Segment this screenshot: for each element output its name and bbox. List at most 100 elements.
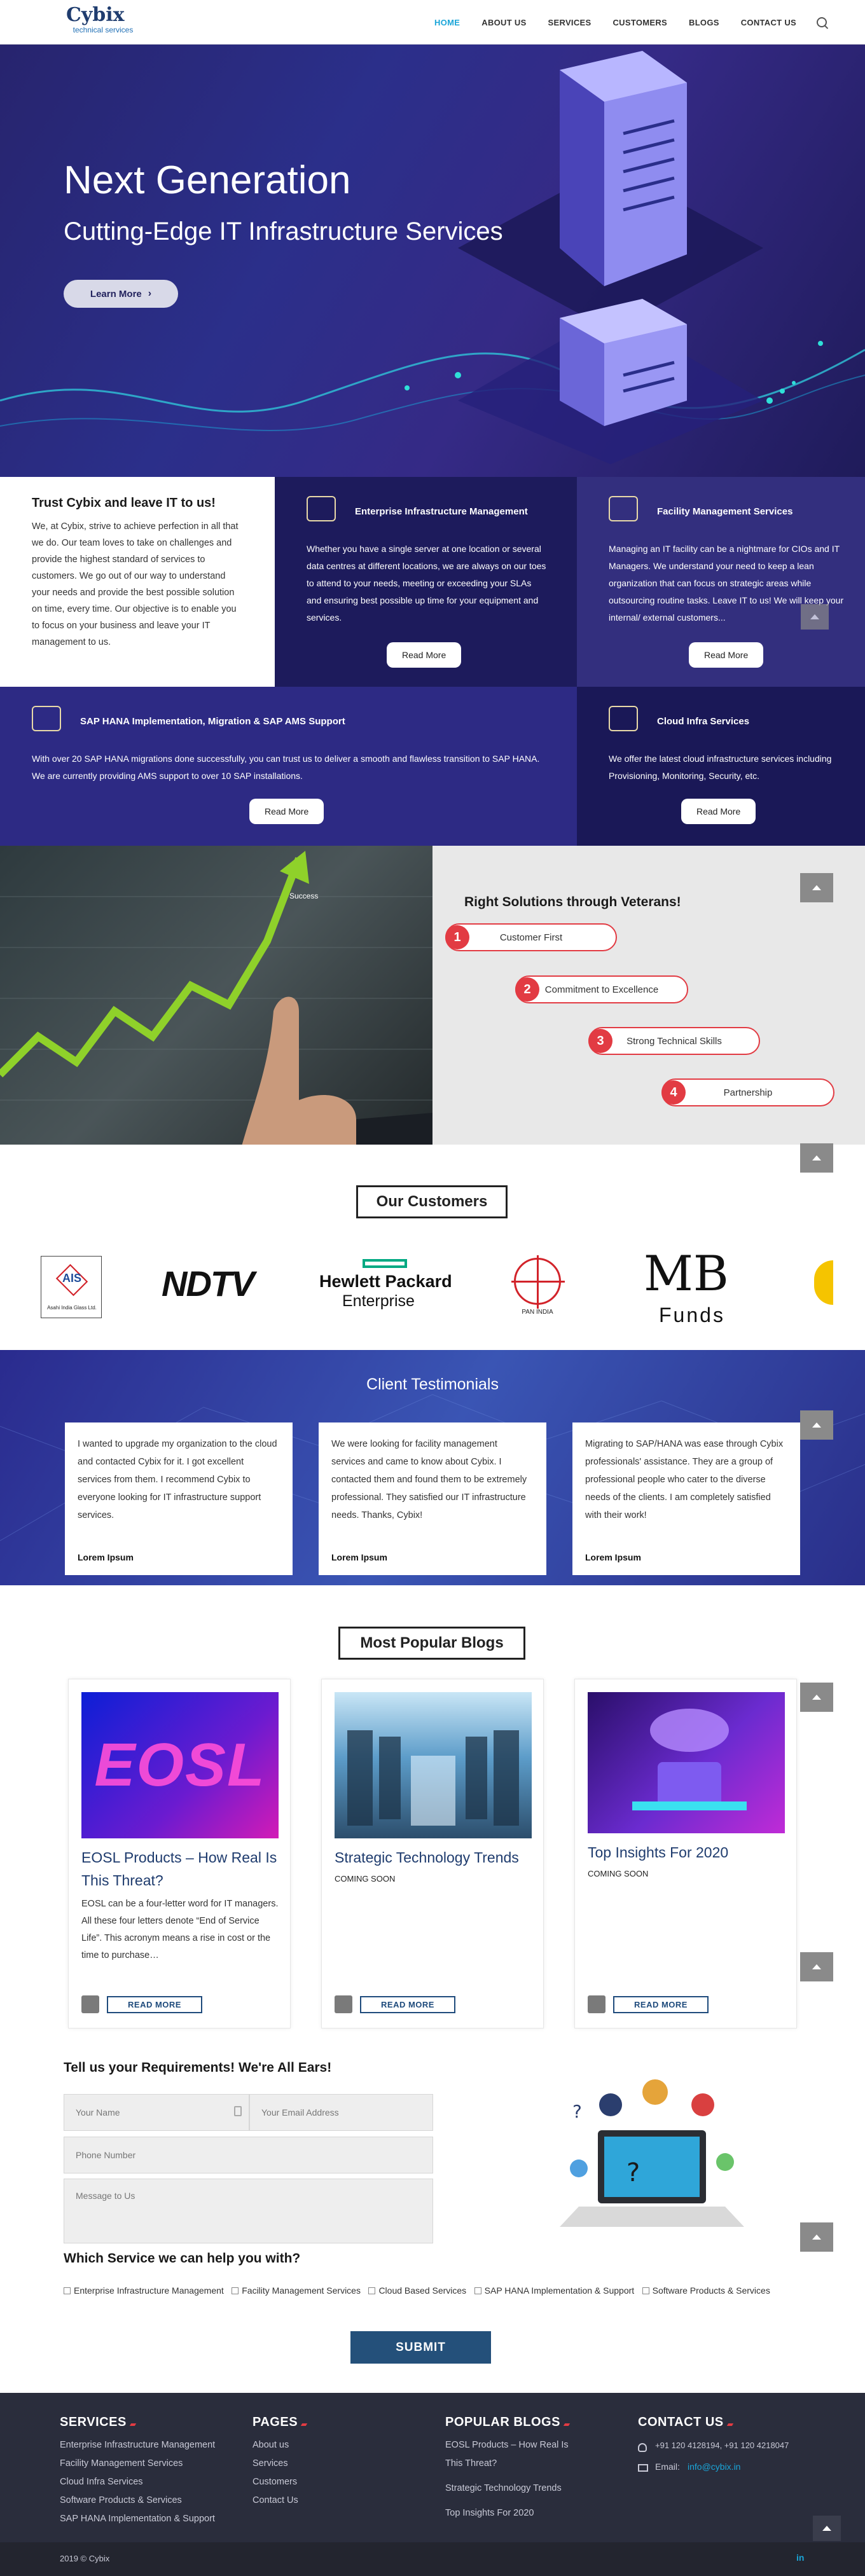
- testimonial-author: Lorem Ipsum: [585, 1552, 641, 1562]
- customer-logo-panindia: PAN INDIA: [509, 1255, 566, 1319]
- service-option[interactable]: Cloud Based Services: [368, 2285, 466, 2296]
- nav-home[interactable]: HOME: [434, 18, 460, 27]
- footer-link[interactable]: Cloud Infra Services: [60, 2473, 215, 2491]
- email-input[interactable]: Your Email Address: [249, 2094, 433, 2131]
- datacenter-graphic: [347, 1730, 519, 1826]
- footer-link[interactable]: Contact Us: [253, 2491, 298, 2510]
- point-number: 4: [661, 1080, 686, 1105]
- footer-link[interactable]: EOSL Products – How Real Is This Threat?: [445, 2436, 585, 2473]
- customer-logo-ais: AIS Asahi India Glass Ltd.: [41, 1256, 102, 1318]
- blog-image[interactable]: EOSL: [81, 1692, 279, 1838]
- read-more-button[interactable]: Read More: [387, 642, 462, 668]
- service-option[interactable]: SAP HANA Implementation & Support: [474, 2285, 634, 2296]
- scroll-top-button[interactable]: [800, 1683, 833, 1712]
- footer-services-list: Enterprise Infrastructure Management Fac…: [60, 2436, 215, 2528]
- footer-link[interactable]: Top Insights For 2020: [445, 2504, 585, 2523]
- read-more-button[interactable]: Read More: [689, 642, 764, 668]
- checkbox[interactable]: [642, 2287, 649, 2294]
- footer-link[interactable]: Enterprise Infrastructure Management: [60, 2436, 215, 2455]
- scroll-top-button[interactable]: [800, 2222, 833, 2252]
- phone-input[interactable]: Phone Number: [64, 2137, 433, 2173]
- scroll-top-button[interactable]: [800, 1952, 833, 1981]
- scroll-top-button[interactable]: [801, 604, 829, 630]
- linkedin-icon[interactable]: in: [796, 2552, 804, 2563]
- logo-subtext: Funds: [659, 1304, 725, 1326]
- message-textarea[interactable]: Message to Us: [64, 2179, 433, 2243]
- read-more-button[interactable]: READ MORE: [613, 1996, 709, 2013]
- blog-image[interactable]: [335, 1692, 532, 1838]
- blog-card: Strategic Technology Trends COMING SOON …: [321, 1679, 544, 2028]
- point-number: 2: [515, 977, 539, 1002]
- read-more-button[interactable]: Read More: [681, 799, 756, 824]
- name-input[interactable]: Your Name: [64, 2094, 249, 2131]
- nav-contact[interactable]: CONTACT US: [741, 18, 796, 27]
- scroll-top-button[interactable]: [800, 873, 833, 902]
- blog-title[interactable]: EOSL Products – How Real Is This Threat?: [81, 1846, 279, 1892]
- checkbox[interactable]: [474, 2287, 481, 2294]
- footer-link[interactable]: Facility Management Services: [60, 2455, 215, 2473]
- checkbox[interactable]: [64, 2287, 71, 2294]
- search-icon[interactable]: [817, 17, 827, 27]
- blog-title[interactable]: Strategic Technology Trends: [335, 1846, 532, 1869]
- submit-button[interactable]: SUBMIT: [350, 2331, 491, 2364]
- nav-services[interactable]: SERVICES: [548, 18, 592, 27]
- nav-about[interactable]: ABOUT US: [481, 18, 526, 27]
- hero-subtitle: Cutting-Edge IT Infrastructure Services: [64, 217, 503, 245]
- contact-phone: +91 120 4128194, +91 120 4218047: [655, 2441, 789, 2450]
- option-label: Enterprise Infrastructure Management: [74, 2285, 224, 2296]
- blog-image[interactable]: [588, 1692, 785, 1833]
- footer-link[interactable]: Services: [253, 2455, 298, 2473]
- veterans-title: Right Solutions through Veterans!: [464, 895, 681, 909]
- logo-subtext: Enterprise: [342, 1292, 415, 1310]
- read-more-button[interactable]: READ MORE: [107, 1996, 202, 2013]
- accent-mark: [726, 2423, 733, 2426]
- logo-text: MB: [644, 1245, 729, 1302]
- footer-link[interactable]: Software Products & Services: [60, 2491, 215, 2510]
- service-option[interactable]: Enterprise Infrastructure Management: [64, 2285, 224, 2296]
- customer-logo-hpe: Hewlett Packard Enterprise: [319, 1259, 453, 1310]
- testimonial-text: We were looking for facility management …: [331, 1439, 527, 1520]
- share-icon[interactable]: [588, 1995, 606, 2013]
- checkbox[interactable]: [232, 2287, 239, 2294]
- footer-link[interactable]: Strategic Technology Trends: [445, 2479, 585, 2498]
- testimonial-card: I wanted to upgrade my organization to t…: [65, 1422, 293, 1575]
- footer-link[interactable]: Customers: [253, 2473, 298, 2491]
- accent-mark: [129, 2423, 136, 2426]
- logo-text: Hewlett Packard: [319, 1272, 452, 1291]
- share-icon[interactable]: [81, 1995, 99, 2013]
- footer-link[interactable]: About us: [253, 2436, 298, 2455]
- testimonial-card: Migrating to SAP/HANA was ease through C…: [572, 1422, 800, 1575]
- main-nav: HOME ABOUT US SERVICES CUSTOMERS BLOGS C…: [413, 0, 827, 45]
- service-card-cloud: Cloud Infra Services We offer the latest…: [577, 687, 865, 846]
- services-question: Which Service we can help you with?: [64, 2251, 301, 2266]
- learn-more-button[interactable]: Learn More ›: [64, 280, 178, 308]
- testimonial-author: Lorem Ipsum: [78, 1552, 134, 1562]
- scroll-top-button[interactable]: [800, 1143, 833, 1173]
- phone-icon: [638, 2443, 647, 2452]
- read-more-button[interactable]: READ MORE: [360, 1996, 455, 2013]
- nav-customers[interactable]: CUSTOMERS: [612, 18, 667, 27]
- footer-link[interactable]: SAP HANA Implementation & Support: [60, 2510, 215, 2528]
- nav-blogs[interactable]: BLOGS: [689, 18, 719, 27]
- blog-card: Top Insights For 2020 COMING SOON READ M…: [574, 1679, 797, 2028]
- blogs-title: Most Popular Blogs: [338, 1627, 525, 1660]
- accent-mark: [563, 2423, 571, 2426]
- service-option[interactable]: Facility Management Services: [232, 2285, 361, 2296]
- blog-title[interactable]: Top Insights For 2020: [588, 1841, 785, 1864]
- success-graph-image: Success: [0, 846, 432, 1145]
- service-card-eim: Enterprise Infrastructure Management Whe…: [275, 477, 577, 687]
- share-icon[interactable]: [335, 1995, 352, 2013]
- scroll-top-button[interactable]: [813, 2516, 841, 2541]
- footer-heading: PAGES: [253, 2415, 298, 2429]
- checkbox[interactable]: [368, 2287, 376, 2294]
- option-label: Facility Management Services: [242, 2285, 361, 2296]
- logo[interactable]: Cybix technical services: [66, 5, 140, 38]
- read-more-button[interactable]: Read More: [249, 799, 324, 824]
- service-option[interactable]: Software Products & Services: [642, 2285, 770, 2296]
- footer-heading: CONTACT US: [638, 2415, 724, 2429]
- point-pill: Partnership: [661, 1078, 834, 1106]
- testimonial-author: Lorem Ipsum: [331, 1552, 387, 1562]
- accent-mark: [300, 2423, 308, 2426]
- scroll-top-button[interactable]: [800, 1410, 833, 1440]
- contact-email[interactable]: info@cybix.in: [688, 2462, 740, 2472]
